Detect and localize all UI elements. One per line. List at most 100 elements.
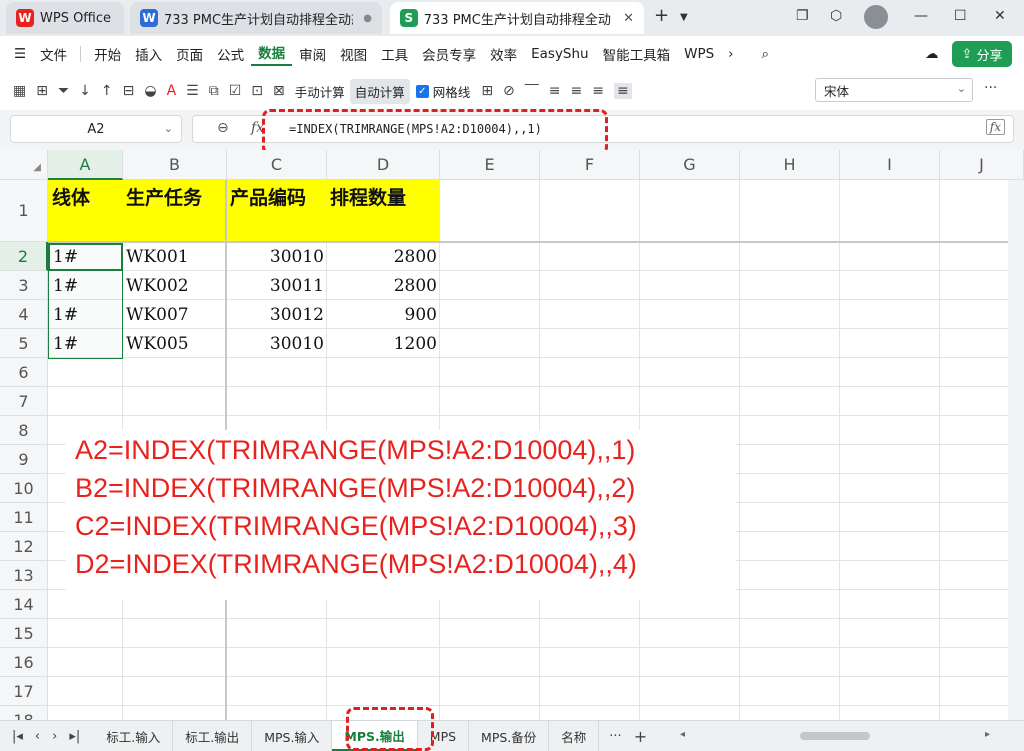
column-header-g[interactable]: G [640, 150, 740, 180]
text-to-columns-icon[interactable]: ☰ [186, 83, 199, 99]
column-header-h[interactable]: H [740, 150, 840, 180]
cell-c4[interactable]: 30012 [227, 301, 327, 329]
cell-a5[interactable]: 1# [50, 330, 123, 358]
share-button[interactable]: ⇪ 分享 [952, 41, 1012, 67]
sort-asc-icon[interactable]: ↓ [79, 83, 91, 99]
auto-calc-button[interactable]: 自动计算 [349, 78, 410, 104]
name-box[interactable]: A2 ⌄ [10, 115, 182, 143]
column-header-b[interactable]: B [123, 150, 227, 180]
select-all-corner[interactable]: ◢ [0, 150, 48, 180]
data-source-icon[interactable]: ▦ [13, 83, 26, 99]
add-sheet-icon[interactable]: + [634, 727, 647, 746]
chevron-down-icon[interactable]: ▼ [680, 12, 688, 23]
fill-color-icon[interactable]: ◒ [144, 83, 156, 99]
maximize-icon[interactable]: ☐ [954, 8, 967, 24]
menu-easyshu[interactable]: EasyShu [524, 46, 596, 62]
minimize-icon[interactable]: — [914, 8, 928, 24]
font-color-icon[interactable]: A [167, 83, 177, 99]
prev-sheet-icon[interactable]: ‹ [35, 729, 40, 744]
zoom-icon[interactable]: ⊖ [217, 120, 229, 136]
last-sheet-icon[interactable]: ▸| [69, 729, 80, 744]
close-tab-icon[interactable]: ✕ [623, 11, 634, 26]
font-select[interactable]: 宋体 ⌄ [815, 78, 973, 102]
hamburger-icon[interactable]: ☰ [0, 46, 33, 62]
justify-icon[interactable]: ≡ [613, 83, 632, 99]
cell-d5[interactable]: 1200 [327, 330, 440, 358]
cell-b3[interactable]: WK002 [123, 272, 227, 300]
row-header-10[interactable]: 10 [0, 474, 48, 503]
sheet-tab-mps-input[interactable]: MPS.输入 [252, 721, 333, 751]
row-header-4[interactable]: 4 [0, 300, 48, 329]
row-header-12[interactable]: 12 [0, 532, 48, 561]
row-header-7[interactable]: 7 [0, 387, 48, 416]
row-header-13[interactable]: 13 [0, 561, 48, 590]
avatar[interactable] [864, 5, 888, 29]
window-restore-icon[interactable]: ❐ [796, 8, 809, 24]
column-header-a[interactable]: A [48, 150, 123, 180]
column-header-f[interactable]: F [540, 150, 640, 180]
cell-d4[interactable]: 900 [327, 301, 440, 329]
align-center-icon[interactable]: ≡ [571, 83, 583, 99]
row-header-1[interactable]: 1 [0, 180, 48, 242]
cell-c3[interactable]: 30011 [227, 272, 327, 300]
column-header-e[interactable]: E [440, 150, 540, 180]
gridlines-checkbox[interactable]: ✓ 网格线 [415, 82, 470, 101]
menu-smart-toolbox[interactable]: 智能工具箱 [596, 44, 678, 64]
menu-view[interactable]: 视图 [333, 44, 374, 64]
align-top-icon[interactable]: ⎺ [525, 83, 539, 99]
column-header-j[interactable]: J [940, 150, 1024, 180]
row-header-14[interactable]: 14 [0, 590, 48, 619]
table-icon[interactable]: ⊟ [123, 83, 135, 99]
row-header-3[interactable]: 3 [0, 271, 48, 300]
spreadsheet-grid[interactable]: ◢ A B C D E F G H I J 1 2 3 4 5 6 7 8 9 … [0, 150, 1024, 720]
menu-member[interactable]: 会员专享 [415, 44, 483, 64]
cell-d3[interactable]: 2800 [327, 272, 440, 300]
sheet-tab-names[interactable]: 名称 [549, 721, 600, 751]
cell-b5[interactable]: WK005 [123, 330, 227, 358]
scroll-thumb[interactable] [800, 732, 870, 740]
validation-icon[interactable]: ☑ [229, 83, 242, 99]
tab-sheet-doc[interactable]: S 733 PMC生产计划自动排程全动态 ✕ [390, 2, 644, 34]
row-header-15[interactable]: 15 [0, 619, 48, 648]
menu-wps-ai[interactable]: WPS [677, 46, 721, 62]
tab-word-doc[interactable]: W 733 PMC生产计划自动排程全动态 ● [130, 2, 382, 34]
filter-icon[interactable]: ⏷ [58, 83, 69, 99]
vertical-scrollbar[interactable] [1008, 180, 1024, 720]
freeze-panes-icon[interactable]: ⊞ [481, 83, 493, 99]
sort-desc-icon[interactable]: ↑ [101, 83, 113, 99]
new-tab-icon[interactable]: + [654, 5, 669, 26]
menu-efficiency[interactable]: 效率 [483, 44, 524, 64]
cell-a3[interactable]: 1# [50, 272, 123, 300]
row-header-6[interactable]: 6 [0, 358, 48, 387]
first-sheet-icon[interactable]: |◂ [12, 729, 23, 744]
row-header-9[interactable]: 9 [0, 445, 48, 474]
cell-a4[interactable]: 1# [50, 301, 123, 329]
next-sheet-icon[interactable]: › [52, 729, 57, 744]
column-header-c[interactable]: C [227, 150, 327, 180]
search-icon[interactable]: ⌕ [755, 46, 777, 62]
menu-insert[interactable]: 插入 [128, 44, 169, 64]
more-icon[interactable]: ··· [984, 80, 997, 96]
cell-c2[interactable]: 30010 [227, 243, 327, 271]
menu-file[interactable]: 文件 [33, 44, 74, 64]
tab-wps-home[interactable]: W WPS Office [6, 2, 124, 34]
cell-a1[interactable]: 线体 [49, 180, 123, 241]
insert-function-icon[interactable]: fx [985, 119, 1005, 135]
cell-b1[interactable]: 生产任务 [123, 180, 227, 241]
row-header-17[interactable]: 17 [0, 677, 48, 706]
duplicate-icon[interactable]: ⧉ [209, 83, 219, 99]
row-header-18[interactable]: 18 [0, 706, 48, 720]
menu-review[interactable]: 审阅 [292, 44, 333, 64]
cloud-sync-icon[interactable]: ☁ [918, 46, 946, 62]
sheet-tab-biaogong-output[interactable]: 标工.输出 [173, 721, 253, 751]
close-window-icon[interactable]: ✕ [994, 8, 1006, 24]
menu-page[interactable]: 页面 [169, 44, 210, 64]
cell-c1[interactable]: 产品编码 [227, 180, 327, 241]
cell-b2[interactable]: WK001 [123, 243, 227, 271]
row-header-5[interactable]: 5 [0, 329, 48, 358]
row-header-2[interactable]: 2 [0, 242, 48, 271]
menu-tools[interactable]: 工具 [374, 44, 415, 64]
horizontal-scrollbar[interactable]: ◂ ▸ [680, 729, 990, 743]
sheet-tab-biaogong-input[interactable]: 标工.输入 [94, 721, 174, 751]
scroll-right-icon[interactable]: ▸ [985, 729, 990, 740]
